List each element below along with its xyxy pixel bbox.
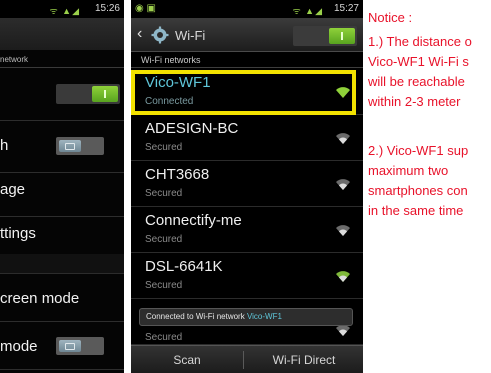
- network-item-dsl-6641k[interactable]: DSL-6641K Secured: [131, 253, 363, 299]
- highlight-box: [131, 70, 356, 115]
- action-bar: ‹ Wi-Fi: [131, 18, 363, 52]
- notice-line: will be reachable: [368, 74, 465, 89]
- network-item-cht3668[interactable]: CHT3668 Secured: [131, 161, 363, 207]
- settings-row-label: ttings: [0, 225, 36, 242]
- network-status: Secured: [145, 234, 183, 245]
- toast-network-name: Vico-WF1: [246, 312, 282, 321]
- wifi-signal-locked-icon: [336, 179, 350, 190]
- wifi-signal-locked-icon: [336, 271, 350, 282]
- page-title: Wi-Fi: [175, 28, 206, 43]
- toggle-knob: [329, 28, 355, 44]
- scan-button[interactable]: Scan: [131, 346, 243, 373]
- toggle-knob: [59, 340, 81, 352]
- section-label: network: [0, 52, 124, 68]
- gear-icon: [151, 26, 169, 44]
- status-bar: ᯤ ▲◢ 15:26: [0, 0, 124, 18]
- status-clock: 15:27: [333, 3, 359, 14]
- network-item-connectify-me[interactable]: Connectify-me Secured: [131, 207, 363, 253]
- left-phone-screenshot: ᯤ ▲◢ 15:26 network h age ttings creen mo…: [0, 0, 124, 373]
- settings-header: [0, 18, 124, 50]
- settings-row-screen-mode[interactable]: creen mode: [0, 274, 124, 322]
- notice-line: in the same time: [368, 203, 464, 218]
- toggle-knob: [92, 86, 118, 102]
- network-status: Secured: [145, 280, 183, 291]
- status-bar: ◉ ▣ ᯤ ▲◢ 15:27: [131, 0, 363, 18]
- settings-row-label: h: [0, 137, 9, 154]
- network-name: Connectify-me: [145, 212, 242, 229]
- toast-text: Connected to Wi-Fi network: [146, 312, 247, 321]
- signal-icons: ᯤ ▲◢: [49, 6, 80, 16]
- wifi-signal-locked-icon: [336, 225, 350, 236]
- notification-icons: ◉ ▣: [135, 3, 156, 14]
- connection-toast: Connected to Wi-Fi network Vico-WF1: [139, 308, 353, 326]
- bluetooth-toggle[interactable]: [56, 137, 104, 155]
- network-name: DSL-6641K: [145, 258, 223, 275]
- section-label: Wi-Fi networks: [131, 53, 363, 68]
- network-name: CHT3668: [145, 166, 210, 183]
- wifi-master-toggle[interactable]: [293, 26, 357, 46]
- network-item-adesign-bc[interactable]: ADESIGN-BC Secured: [131, 115, 363, 161]
- bottom-bar: Scan Wi-Fi Direct: [131, 345, 363, 373]
- network-status: Secured: [145, 332, 183, 343]
- settings-row-label: age: [0, 181, 26, 198]
- toggle-knob: [59, 140, 81, 152]
- notice-line: maximum two: [368, 163, 449, 178]
- network-name: ADESIGN-BC: [145, 120, 239, 137]
- signal-icons: ᯤ ▲◢: [292, 6, 323, 16]
- back-icon[interactable]: ‹: [137, 24, 142, 44]
- wifi-toggle[interactable]: [56, 84, 120, 104]
- network-status: Secured: [145, 188, 183, 199]
- settings-row-label: creen mode: [0, 290, 80, 307]
- notice-line: 1.) The distance o: [368, 34, 472, 49]
- notice-line: within 2-3 meter: [368, 94, 461, 109]
- notice-line: Vico-WF1 Wi-Fi s: [368, 54, 469, 69]
- mode-toggle[interactable]: [56, 337, 104, 355]
- wifi-phone-screenshot: ◉ ▣ ᯤ ▲◢ 15:27 ‹ Wi-Fi Wi-Fi networks Vi…: [131, 0, 363, 373]
- notice-heading: Notice :: [368, 10, 413, 25]
- settings-row-label: mode: [0, 338, 38, 355]
- wifi-direct-button[interactable]: Wi-Fi Direct: [245, 346, 363, 373]
- network-status: Secured: [145, 142, 183, 153]
- status-clock: 15:26: [94, 3, 120, 14]
- notice-line: 2.) Vico-WF1 sup: [368, 143, 469, 158]
- section-divider: [0, 254, 124, 274]
- wifi-signal-locked-icon: [336, 133, 350, 144]
- notice-panel: Notice : 1.) The distance o Vico-WF1 Wi-…: [366, 0, 491, 373]
- button-divider: [243, 351, 244, 369]
- notice-line: smartphones con: [368, 183, 468, 198]
